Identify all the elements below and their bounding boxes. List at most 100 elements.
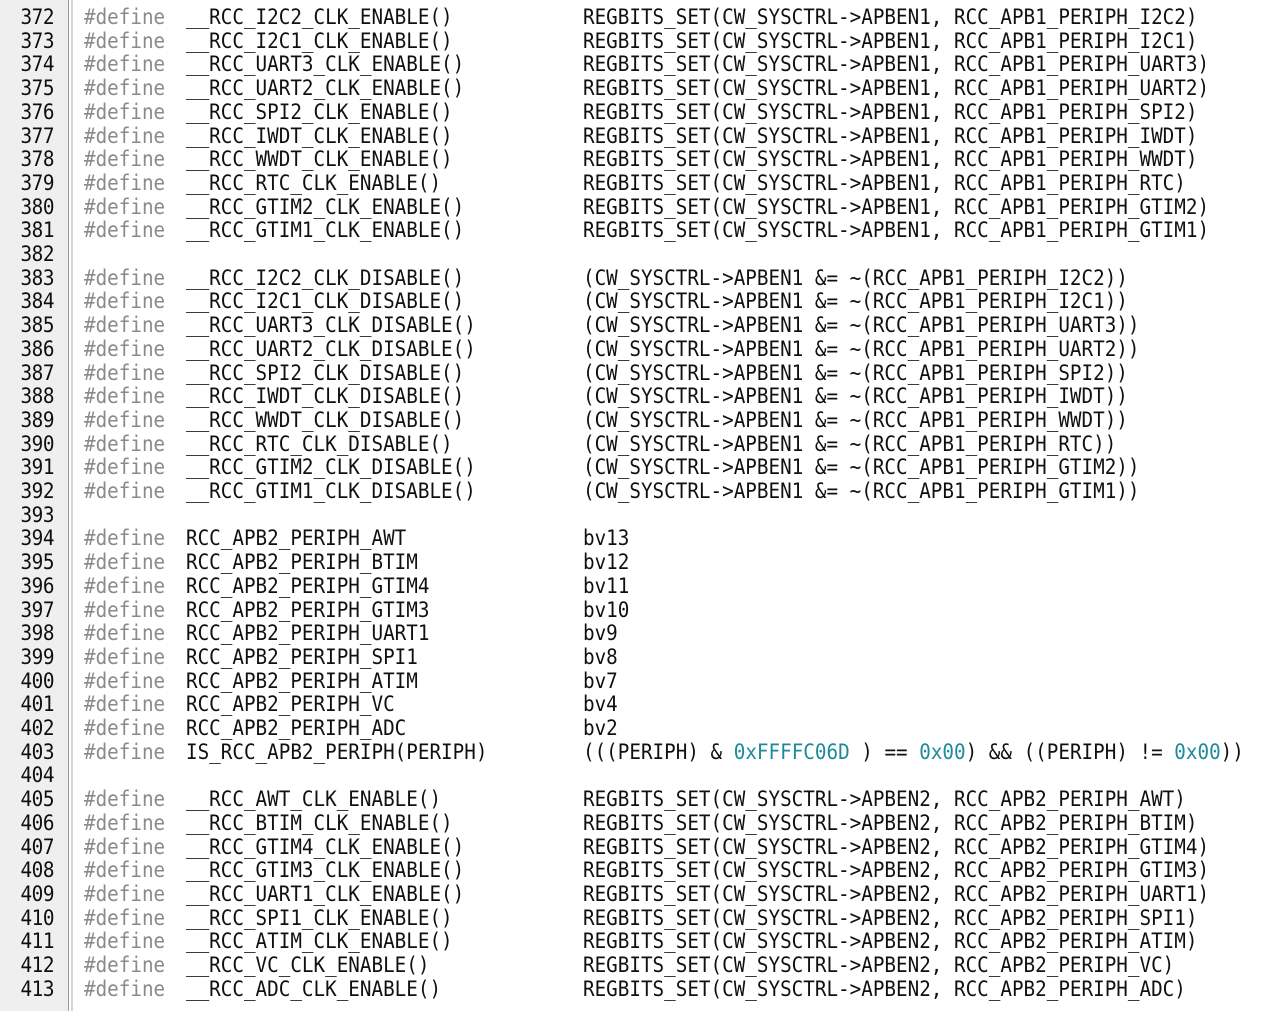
macro-value: REGBITS_SET(CW_SYSCTRL->APBEN2, RCC_APB2… — [583, 858, 1210, 883]
code-line[interactable]: #define __RCC_ADC_CLK_ENABLE() REGBITS_SET… — [0, 976, 1280, 1002]
code-line[interactable]: #define __RCC_IWDT_CLK_DISABLE() (CW_SYSCT… — [0, 384, 1280, 409]
macro-name: __RCC_ADC_CLK_ENABLE() — [186, 976, 442, 1001]
code-line[interactable]: #define __RCC_BTIM_CLK_ENABLE() REGBITS_SE… — [0, 810, 1280, 836]
code-line[interactable]: #define __RCC_RTC_CLK_DISABLE() (CW_SYSCTR… — [0, 431, 1280, 457]
macro-name: __RCC_WWDT_CLK_DISABLE() — [186, 407, 465, 432]
define-keyword: #define — [84, 526, 166, 551]
macro-name: __RCC_I2C1_CLK_DISABLE() — [186, 289, 465, 314]
code-line[interactable]: #define __RCC_VC_CLK_ENABLE() REGBITS_SET(… — [0, 953, 1280, 978]
code-line[interactable]: #define __RCC_UART1_CLK_ENABLE() REGBITS_S… — [0, 881, 1280, 907]
macro-name: __RCC_WWDT_CLK_ENABLE() — [186, 147, 453, 172]
macro-name: __RCC_UART3_CLK_DISABLE() — [186, 313, 476, 338]
code-line[interactable]: #define RCC_APB2_PERIPH_AWT bv13 — [0, 527, 1280, 551]
define-keyword: #define — [84, 384, 166, 409]
code-line[interactable]: #define __RCC_GTIM4_CLK_ENABLE() REGBITS_S… — [0, 834, 1280, 860]
macro-value: REGBITS_SET(CW_SYSCTRL->APBEN2, RCC_APB2… — [583, 905, 1198, 930]
macro-name: RCC_APB2_PERIPH_AWT — [186, 526, 407, 551]
code-line[interactable]: #define __RCC_UART2_CLK_DISABLE() (CW_SYSC… — [0, 336, 1280, 362]
code-line[interactable]: #define RCC_APB2_PERIPH_VC bv4 — [0, 693, 1280, 717]
define-keyword: #define — [84, 479, 166, 503]
code-line[interactable]: #define __RCC_UART2_CLK_ENABLE() REGBITS_S… — [0, 76, 1280, 101]
macro-name: RCC_APB2_PERIPH_GTIM4 — [186, 573, 430, 598]
code-line[interactable]: #define __RCC_IWDT_CLK_ENABLE() REGBITS_SE… — [0, 123, 1280, 149]
define-keyword: #define — [84, 692, 166, 717]
define-keyword: #define — [84, 407, 166, 432]
macro-value: REGBITS_SET(CW_SYSCTRL->APBEN1, RCC_APB1… — [583, 123, 1198, 148]
macro-value: REGBITS_SET(CW_SYSCTRL->APBEN2, RCC_APB2… — [583, 810, 1198, 835]
define-keyword: #define — [84, 739, 166, 764]
macro-name: __RCC_SPI2_CLK_DISABLE() — [186, 360, 465, 385]
macro-name: __RCC_IWDT_CLK_DISABLE() — [186, 384, 465, 409]
define-keyword: #define — [84, 597, 166, 622]
define-keyword: #define — [84, 218, 166, 243]
define-keyword: #define — [84, 929, 166, 954]
macro-name: __RCC_VC_CLK_ENABLE() — [186, 953, 430, 977]
code-line[interactable]: #define RCC_APB2_PERIPH_UART1 bv9 — [0, 621, 1280, 646]
macro-value: (CW_SYSCTRL->APBEN1 &= ~(RCC_APB1_PERIPH… — [583, 289, 1128, 314]
macro-name: __RCC_ATIM_CLK_ENABLE() — [186, 929, 453, 954]
code-line[interactable]: #define RCC_APB2_PERIPH_GTIM4 bv11 — [0, 573, 1280, 599]
code-line[interactable]: #define RCC_APB2_PERIPH_ADC bv2 — [0, 716, 1280, 741]
code-line[interactable]: #define __RCC_I2C1_CLK_ENABLE() REGBITS_SE… — [0, 29, 1280, 54]
macro-value: (CW_SYSCTRL->APBEN1 &= ~(RCC_APB1_PERIPH… — [583, 384, 1128, 409]
macro-value: REGBITS_SET(CW_SYSCTRL->APBEN2, RCC_APB2… — [583, 787, 1186, 812]
code-line[interactable]: #define __RCC_SPI2_CLK_DISABLE() (CW_SYSCT… — [0, 360, 1280, 386]
define-keyword: #define — [84, 905, 166, 930]
macro-name: __RCC_RTC_CLK_ENABLE() — [186, 170, 442, 195]
code-line[interactable]: #define __RCC_SPI2_CLK_ENABLE() REGBITS_SE… — [0, 100, 1280, 125]
numeric-literal: 0x00 — [919, 739, 966, 764]
code-line[interactable]: #define __RCC_I2C1_CLK_DISABLE() (CW_SYSCT… — [0, 290, 1280, 314]
code-line[interactable]: #define RCC_APB2_PERIPH_GTIM3 bv10 — [0, 597, 1280, 623]
define-keyword: #define — [84, 644, 166, 669]
define-keyword: #define — [84, 550, 166, 575]
define-keyword: #define — [84, 621, 166, 646]
macro-name: __RCC_I2C2_CLK_DISABLE() — [186, 265, 465, 290]
macro-value: bv12 — [583, 550, 630, 575]
macro-name: __RCC_GTIM1_CLK_ENABLE() — [186, 218, 465, 243]
macro-value: (CW_SYSCTRL->APBEN1 &= ~(RCC_APB1_PERIPH… — [583, 431, 1117, 456]
code-line[interactable]: #define RCC_APB2_PERIPH_BTIM bv12 — [0, 550, 1280, 575]
code-line[interactable]: #define __RCC_RTC_CLK_ENABLE() REGBITS_SET… — [0, 170, 1280, 196]
code-line[interactable]: #define __RCC_UART3_CLK_DISABLE() (CW_SYSC… — [0, 313, 1280, 338]
code-line[interactable]: #define __RCC_I2C2_CLK_DISABLE() (CW_SYSCT… — [0, 265, 1280, 291]
code-line[interactable]: #define IS_RCC_APB2_PERIPH(PERIPH) (((PERI… — [0, 739, 1280, 765]
code-line[interactable]: #define __RCC_ATIM_CLK_ENABLE() REGBITS_SE… — [0, 930, 1280, 954]
code-editor[interactable]: 372 373 374 375 376 377 378 379 380 381 382 383 384 3… — [0, 0, 1280, 1011]
define-keyword: #define — [84, 431, 166, 456]
code-line[interactable]: #define RCC_APB2_PERIPH_SPI1 bv8 — [0, 644, 1280, 670]
define-keyword: #define — [84, 147, 166, 172]
code-line[interactable]: #define __RCC_AWT_CLK_ENABLE() REGBITS_SET… — [0, 787, 1280, 812]
numeric-literal: 0xFFFFC06D — [733, 739, 850, 764]
code-line[interactable]: #define __RCC_I2C2_CLK_ENABLE() REGBITS_SE… — [0, 5, 1280, 30]
code-line[interactable]: #define RCC_APB2_PERIPH_ATIM bv7 — [0, 669, 1280, 694]
code-line[interactable]: #define __RCC_UART3_CLK_ENABLE() REGBITS_S… — [0, 53, 1280, 77]
numeric-literal: 0x00 — [1174, 739, 1221, 764]
define-keyword: #define — [84, 573, 166, 598]
define-keyword: #define — [84, 170, 166, 195]
define-keyword: #define — [84, 787, 166, 812]
code-line[interactable] — [0, 504, 1280, 528]
code-line[interactable]: #define __RCC_WWDT_CLK_DISABLE() (CW_SYSCT… — [0, 407, 1280, 433]
macro-name: RCC_APB2_PERIPH_VC — [186, 692, 395, 717]
macro-name: __RCC_GTIM2_CLK_ENABLE() — [186, 194, 465, 219]
code-line[interactable]: #define __RCC_GTIM3_CLK_ENABLE() REGBITS_S… — [0, 858, 1280, 883]
macro-value: REGBITS_SET(CW_SYSCTRL->APBEN1, RCC_APB1… — [583, 194, 1210, 219]
define-keyword: #define — [84, 52, 166, 77]
code-line[interactable] — [0, 243, 1280, 267]
code-line[interactable]: #define __RCC_SPI1_CLK_ENABLE() REGBITS_SE… — [0, 905, 1280, 931]
macro-value: REGBITS_SET(CW_SYSCTRL->APBEN2, RCC_APB2… — [583, 929, 1198, 954]
code-line[interactable] — [0, 764, 1280, 788]
macro-name: __RCC_UART2_CLK_DISABLE() — [186, 336, 476, 361]
macro-value: REGBITS_SET(CW_SYSCTRL->APBEN2, RCC_APB2… — [583, 834, 1210, 859]
code-line[interactable]: #define __RCC_WWDT_CLK_ENABLE() REGBITS_SE… — [0, 147, 1280, 172]
code-line[interactable]: #define __RCC_GTIM1_CLK_DISABLE() (CW_SYSC… — [0, 479, 1280, 504]
macro-value: bv4 — [583, 692, 618, 717]
macro-value: REGBITS_SET(CW_SYSCTRL->APBEN1, RCC_APB1… — [583, 170, 1186, 195]
macro-value: REGBITS_SET(CW_SYSCTRL->APBEN1, RCC_APB1… — [583, 52, 1210, 77]
code-line[interactable]: #define __RCC_GTIM2_CLK_DISABLE() (CW_SYSC… — [0, 456, 1280, 480]
define-keyword: #define — [84, 336, 166, 361]
code-line[interactable]: #define __RCC_GTIM1_CLK_ENABLE() REGBITS_S… — [0, 219, 1280, 243]
code-line[interactable]: #define __RCC_GTIM2_CLK_ENABLE() REGBITS_S… — [0, 194, 1280, 220]
macro-name: RCC_APB2_PERIPH_BTIM — [186, 550, 418, 575]
define-keyword: #define — [84, 881, 166, 906]
